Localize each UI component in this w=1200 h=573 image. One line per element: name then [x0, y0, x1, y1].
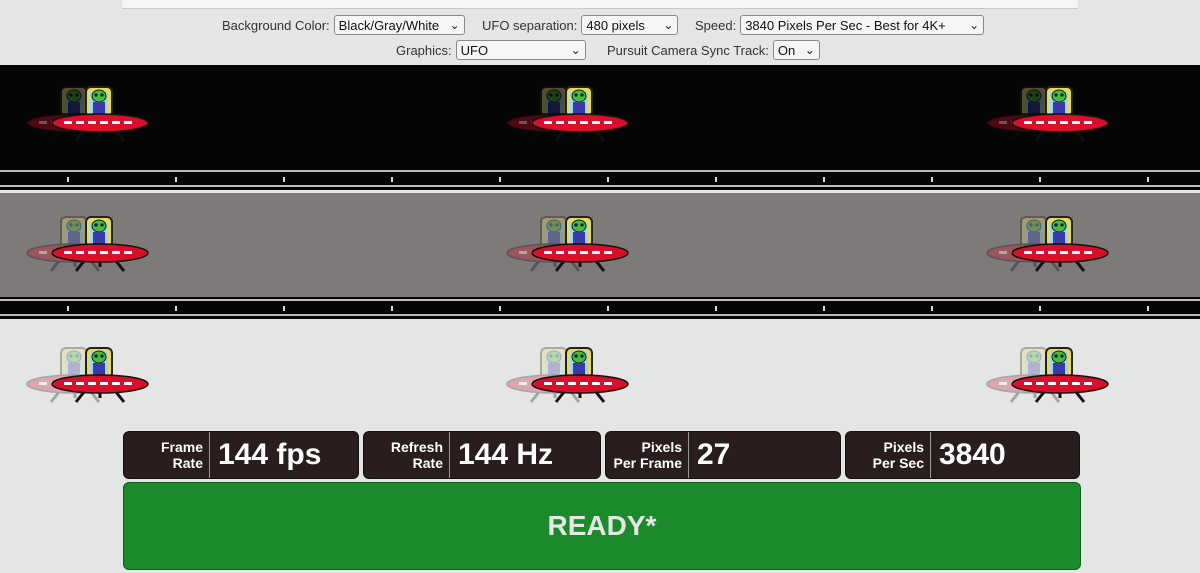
- pursuit-camera-control: Pursuit Camera Sync Track: On ⌄: [607, 39, 820, 61]
- settings-bar: Background Color: Black/Gray/White ⌄ UFO…: [0, 8, 1200, 64]
- track-tick: [931, 306, 933, 311]
- chevron-down-icon: ⌄: [804, 43, 815, 57]
- track-tick: [175, 177, 177, 182]
- track-tick: [499, 177, 501, 182]
- track-tick: [1039, 306, 1041, 311]
- background-color-label: Background Color:: [222, 17, 330, 33]
- track-tick: [283, 306, 285, 311]
- chevron-down-icon: ⌄: [449, 18, 460, 32]
- track-tick: [499, 306, 501, 311]
- track-rail: [0, 299, 1200, 301]
- track-rail: [0, 185, 1200, 187]
- background-color-value: Black/Gray/White: [338, 17, 440, 33]
- ufo-alien-icon: [1010, 344, 1110, 414]
- frame-rate-value: 144 fps: [218, 438, 322, 471]
- pixels-per-frame-label-line-1: Pixels: [641, 439, 682, 455]
- frame-rate-label-line-1: Frame: [160, 439, 203, 455]
- track-tick: [931, 177, 933, 182]
- chevron-down-icon: ⌄: [570, 43, 581, 57]
- ready-status-banner: READY*: [123, 482, 1081, 570]
- refresh-rate-label: Refresh Rate: [364, 432, 450, 478]
- ufo-separation-select[interactable]: 480 pixels ⌄: [581, 15, 679, 35]
- graphics-select[interactable]: UFO ⌄: [455, 40, 586, 60]
- ufo-alien-icon: [530, 213, 630, 283]
- pursuit-camera-select[interactable]: On ⌄: [772, 40, 820, 60]
- chevron-down-icon: ⌄: [663, 18, 674, 32]
- gray-background-lane: [0, 193, 1200, 297]
- chevron-down-icon: ⌄: [969, 18, 980, 32]
- sync-track-1: [0, 168, 1200, 190]
- frame-rate-label: Frame Rate: [124, 432, 210, 478]
- pixels-per-sec-stat: Pixels Per Sec 3840: [845, 431, 1080, 479]
- ufo-separation-label: UFO separation:: [482, 17, 578, 33]
- pixels-per-sec-label-line-2: Per Sec: [872, 455, 924, 471]
- pixels-per-sec-value: 3840: [939, 438, 1006, 471]
- track-tick: [1039, 177, 1041, 182]
- pursuit-camera-value: On: [777, 42, 796, 58]
- pixels-per-frame-stat: Pixels Per Frame 27: [605, 431, 841, 479]
- refresh-rate-value: 144 Hz: [458, 438, 554, 471]
- track-tick: [1147, 306, 1149, 311]
- white-background-lane: [0, 322, 1200, 428]
- speed-value: 3840 Pixels Per Sec - Best for 4K+: [745, 17, 946, 33]
- ufo-alien-icon: [530, 344, 630, 414]
- track-tick: [391, 306, 393, 311]
- track-rail: [0, 170, 1200, 172]
- track-tick: [1147, 177, 1149, 182]
- speed-control: Speed: 3840 Pixels Per Sec - Best for 4K…: [695, 14, 985, 36]
- track-tick: [175, 306, 177, 311]
- refresh-rate-label-line-1: Refresh: [390, 439, 443, 455]
- ufo-separation-control: UFO separation: 480 pixels ⌄: [482, 14, 679, 36]
- track-rail: [0, 314, 1200, 316]
- frame-rate-label-line-2: Rate: [172, 455, 203, 471]
- graphics-control: Graphics: UFO ⌄: [396, 39, 586, 61]
- sync-track-2: [0, 297, 1200, 319]
- pixels-per-frame-label: Pixels Per Frame: [606, 432, 689, 478]
- speed-select[interactable]: 3840 Pixels Per Sec - Best for 4K+ ⌄: [740, 15, 985, 35]
- track-tick: [715, 306, 717, 311]
- graphics-value: UFO: [460, 42, 489, 58]
- ufo-alien-icon: [50, 213, 150, 283]
- ufo-separation-value: 480 pixels: [586, 17, 645, 33]
- track-tick: [607, 177, 609, 182]
- pixels-per-frame-label-line-2: Per Frame: [613, 455, 682, 471]
- ufo-alien-icon: [50, 83, 150, 153]
- pursuit-camera-label: Pursuit Camera Sync Track:: [607, 42, 769, 58]
- track-tick: [823, 306, 825, 311]
- track-tick: [67, 306, 69, 311]
- track-tick: [391, 177, 393, 182]
- pixels-per-sec-label: Pixels Per Sec: [846, 432, 931, 478]
- pixels-per-frame-value: 27: [697, 438, 731, 471]
- ufo-alien-icon: [1010, 83, 1110, 153]
- frame-rate-stat: Frame Rate 144 fps: [123, 431, 359, 479]
- track-tick: [715, 177, 717, 182]
- track-tick: [283, 177, 285, 182]
- graphics-label: Graphics:: [396, 42, 452, 58]
- refresh-rate-label-line-2: Rate: [412, 455, 443, 471]
- pixels-per-sec-label-line-1: Pixels: [883, 439, 924, 455]
- background-color-select[interactable]: Black/Gray/White ⌄: [333, 15, 465, 35]
- ufo-alien-icon: [530, 83, 630, 153]
- track-tick: [67, 177, 69, 182]
- ufo-alien-icon: [50, 344, 150, 414]
- track-tick: [823, 177, 825, 182]
- speed-label: Speed:: [695, 17, 737, 33]
- black-background-lane: [0, 65, 1200, 168]
- ufo-alien-icon: [1010, 213, 1110, 283]
- refresh-rate-stat: Refresh Rate 144 Hz: [363, 431, 601, 479]
- background-color-control: Background Color: Black/Gray/White ⌄: [222, 14, 465, 36]
- stats-panel: Frame Rate 144 fps Refresh Rate 144 Hz P…: [122, 431, 1080, 479]
- track-tick: [607, 306, 609, 311]
